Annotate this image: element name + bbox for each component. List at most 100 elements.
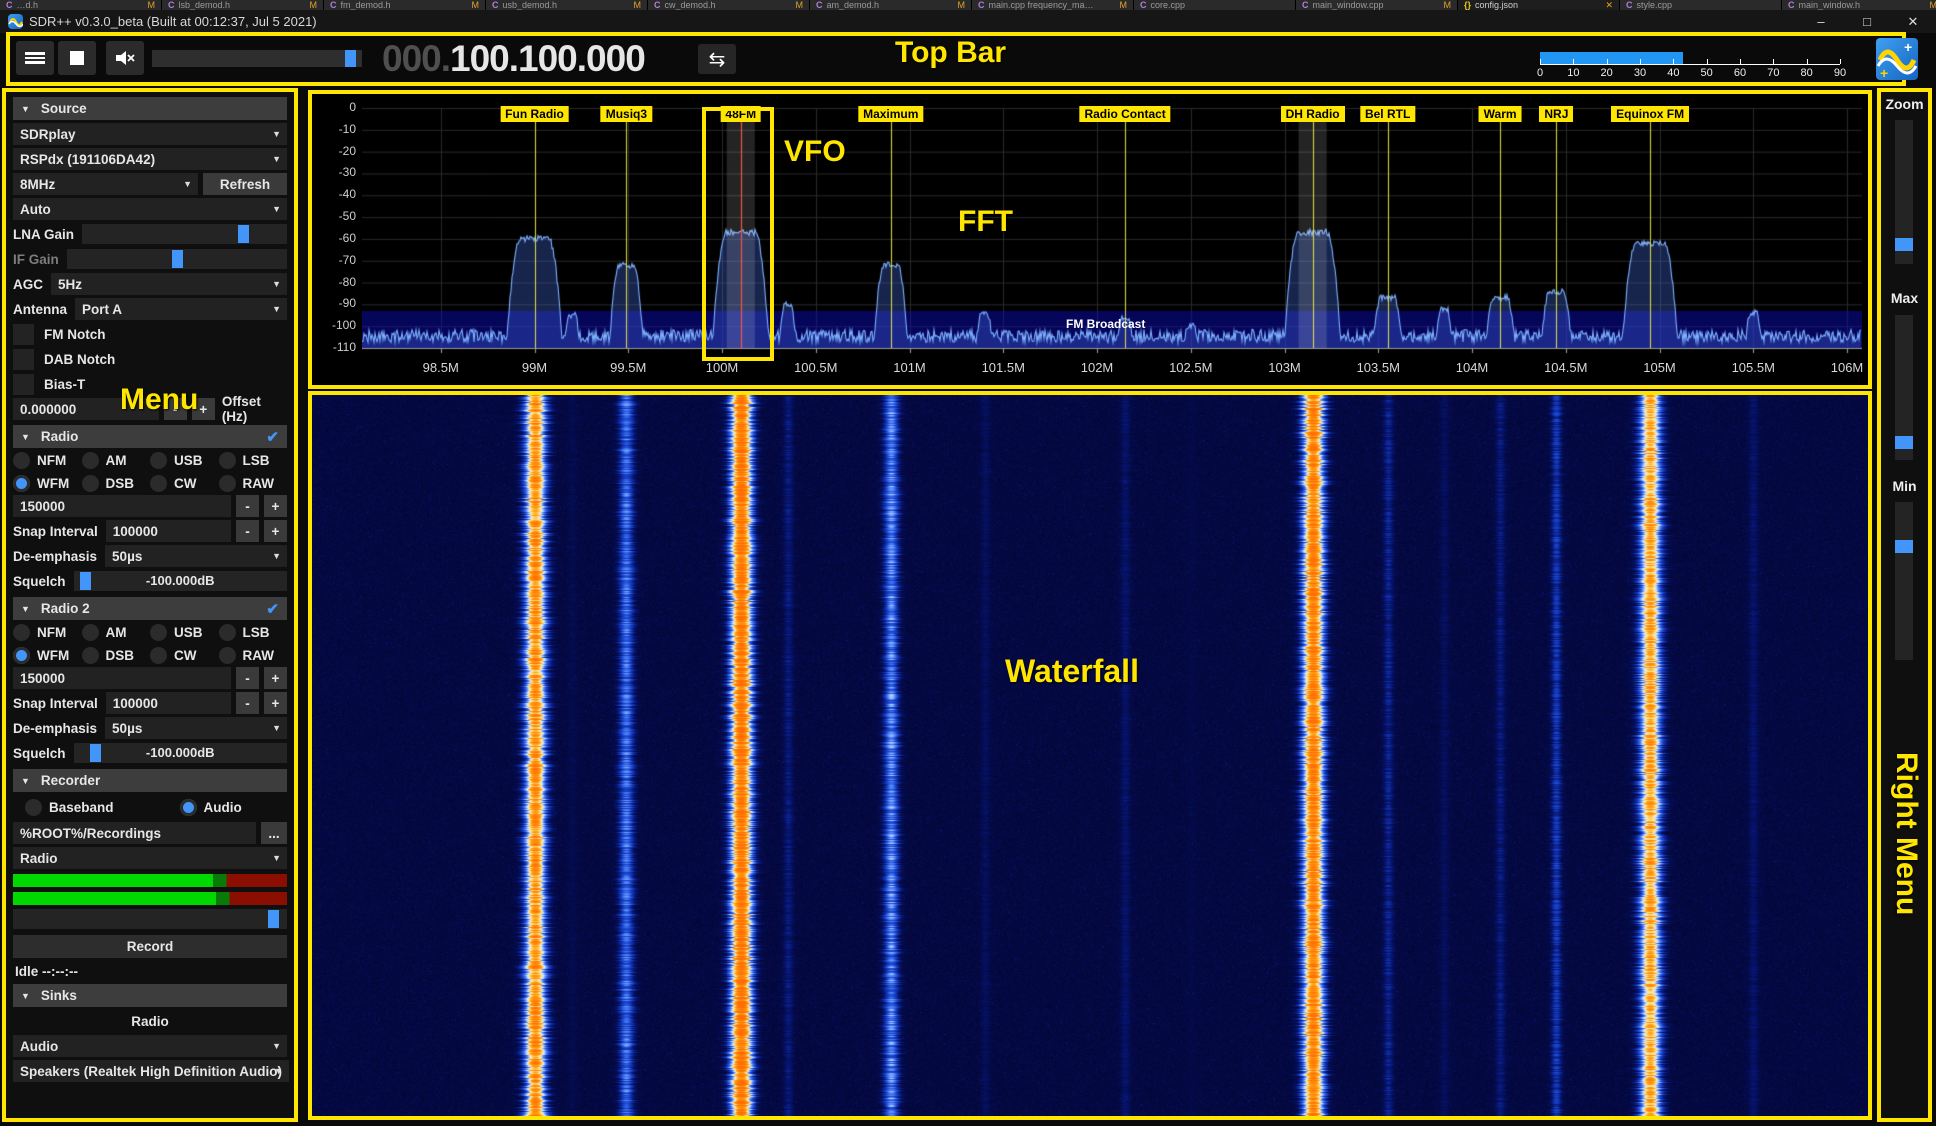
radio2-squelch-slider[interactable]: -100.000dB xyxy=(74,743,287,763)
radio2-deemphasis-select[interactable]: 50µs▼ xyxy=(105,717,287,739)
radio2-bw-minus-button[interactable]: - xyxy=(236,667,259,689)
mode-option-am[interactable]: AM xyxy=(82,452,151,469)
recorder-mode-baseband[interactable]: Baseband xyxy=(25,799,114,816)
editor-tab[interactable]: Cusb_demod.hM xyxy=(486,0,648,10)
editor-tab[interactable]: Cstyle.cpp xyxy=(1620,0,1782,10)
mode-option-wfm[interactable]: WFM xyxy=(13,475,82,492)
menu-toggle-button[interactable] xyxy=(16,41,54,75)
station-label-musiq3[interactable]: Musiq3 xyxy=(601,106,652,122)
radio1-section-header[interactable]: ▼ Radio ✔ xyxy=(13,425,287,448)
gain-mode-select[interactable]: Auto▼ xyxy=(13,198,287,220)
mode-option-wfm[interactable]: WFM xyxy=(13,647,82,664)
lna-gain-slider[interactable] xyxy=(82,224,287,244)
sink-type-select[interactable]: Audio▼ xyxy=(13,1035,287,1057)
volume-slider[interactable] xyxy=(152,50,362,67)
recorder-volume-slider[interactable] xyxy=(13,909,287,929)
station-label-nrj[interactable]: NRJ xyxy=(1539,106,1573,122)
mode-option-raw[interactable]: RAW xyxy=(219,475,288,492)
editor-tab[interactable]: Cmain.cpp frequency_ma…M xyxy=(972,0,1134,10)
editor-tab[interactable]: {}config.json✕ xyxy=(1458,0,1620,10)
minimize-button[interactable]: – xyxy=(1798,10,1844,33)
station-label-fun-radio[interactable]: Fun Radio xyxy=(500,106,569,122)
maximize-button[interactable]: □ xyxy=(1844,10,1890,33)
dab-notch-checkbox[interactable] xyxy=(13,349,34,370)
bias-t-checkbox[interactable] xyxy=(13,374,34,395)
waterfall-canvas[interactable] xyxy=(312,395,1868,1116)
editor-tab[interactable]: Cfm_demod.hM xyxy=(324,0,486,10)
lna-gain-handle[interactable] xyxy=(238,225,249,243)
mode-option-nfm[interactable]: NFM xyxy=(13,452,82,469)
enabled-check-icon[interactable]: ✔ xyxy=(266,600,279,618)
editor-tab[interactable]: Cmain_window.hM xyxy=(1782,0,1936,10)
radio2-snap-plus-button[interactable]: + xyxy=(264,692,287,714)
agc-select[interactable]: 5Hz▼ xyxy=(51,273,287,295)
recorder-stream-select[interactable]: Radio▼ xyxy=(13,847,287,869)
mode-option-usb[interactable]: USB xyxy=(150,452,219,469)
radio1-snap-plus-button[interactable]: + xyxy=(264,520,287,542)
source-device-select[interactable]: SDRplay▼ xyxy=(13,123,287,145)
sink-device-select[interactable]: Speakers (Realtek High Definition Audio)… xyxy=(13,1060,289,1082)
station-label-radio-contact[interactable]: Radio Contact xyxy=(1079,106,1170,122)
stop-button[interactable] xyxy=(58,41,96,75)
radio1-snap-input[interactable]: 100000 xyxy=(106,520,231,542)
frequency-display[interactable]: 000.100.100.000 xyxy=(382,37,645,81)
bandwidth-select[interactable]: 8MHz▼ xyxy=(13,173,198,195)
mode-option-lsb[interactable]: LSB xyxy=(219,624,288,641)
mode-option-dsb[interactable]: DSB xyxy=(82,647,151,664)
max-slider[interactable] xyxy=(1895,315,1913,460)
mode-option-cw[interactable]: CW xyxy=(150,647,219,664)
max-slider-handle[interactable] xyxy=(1895,436,1913,449)
radio2-bandwidth-input[interactable]: 150000 xyxy=(13,667,231,689)
editor-tab[interactable]: Ccore.cpp xyxy=(1134,0,1296,10)
mode-option-nfm[interactable]: NFM xyxy=(13,624,82,641)
editor-tab[interactable]: Clsb_demod.hM xyxy=(162,0,324,10)
recorder-section-header[interactable]: ▼ Recorder xyxy=(13,769,287,792)
source-serial-select[interactable]: RSPdx (191106DA42)▼ xyxy=(13,148,287,170)
volume-slider-handle[interactable] xyxy=(345,50,356,67)
radio1-deemphasis-select[interactable]: 50µs▼ xyxy=(105,545,287,567)
radio2-bw-plus-button[interactable]: + xyxy=(264,667,287,689)
mode-option-lsb[interactable]: LSB xyxy=(219,452,288,469)
radio2-section-header[interactable]: ▼ Radio 2 ✔ xyxy=(13,597,287,620)
radio2-snap-minus-button[interactable]: - xyxy=(236,692,259,714)
source-section-header[interactable]: ▼ Source xyxy=(13,97,287,120)
antenna-select[interactable]: Port A▼ xyxy=(75,298,287,320)
editor-tab[interactable]: Ccw_demod.hM xyxy=(648,0,810,10)
radio1-squelch-slider[interactable]: -100.000dB xyxy=(74,571,287,591)
mode-option-usb[interactable]: USB xyxy=(150,624,219,641)
close-button[interactable]: ✕ xyxy=(1890,10,1936,33)
editor-tab[interactable]: Cmain_window.cppM xyxy=(1296,0,1458,10)
station-label-maximum[interactable]: Maximum xyxy=(858,106,923,122)
station-label-equinox-fm[interactable]: Equinox FM xyxy=(1611,106,1689,122)
radio1-bw-minus-button[interactable]: - xyxy=(236,495,259,517)
radio1-bw-plus-button[interactable]: + xyxy=(264,495,287,517)
min-slider-handle[interactable] xyxy=(1895,540,1913,553)
refresh-button[interactable]: Refresh xyxy=(203,173,287,195)
recorder-mode-audio[interactable]: Audio xyxy=(180,799,242,816)
recorder-volume-handle[interactable] xyxy=(268,910,279,928)
radio1-snap-minus-button[interactable]: - xyxy=(236,520,259,542)
radio1-bandwidth-input[interactable]: 150000 xyxy=(13,495,231,517)
mode-option-am[interactable]: AM xyxy=(82,624,151,641)
if-gain-handle[interactable] xyxy=(172,250,183,268)
recorder-path-input[interactable]: %ROOT%/Recordings xyxy=(13,822,256,844)
mute-button[interactable] xyxy=(106,41,144,75)
browse-button[interactable]: ... xyxy=(261,822,287,844)
mode-option-cw[interactable]: CW xyxy=(150,475,219,492)
mode-option-raw[interactable]: RAW xyxy=(219,647,288,664)
fm-notch-checkbox[interactable] xyxy=(13,324,34,345)
zoom-slider[interactable] xyxy=(1895,120,1913,264)
station-label-48fm[interactable]: 48FM xyxy=(720,106,761,122)
if-gain-slider[interactable] xyxy=(67,249,287,269)
min-slider[interactable] xyxy=(1895,502,1913,660)
zoom-slider-handle[interactable] xyxy=(1895,238,1913,251)
station-label-dh-radio[interactable]: DH Radio xyxy=(1281,106,1345,122)
sinks-section-header[interactable]: ▼ Sinks xyxy=(13,984,287,1007)
radio2-snap-input[interactable]: 100000 xyxy=(106,692,231,714)
record-button[interactable]: Record xyxy=(13,935,287,958)
enabled-check-icon[interactable]: ✔ xyxy=(266,428,279,446)
swap-vfo-button[interactable]: ⇆ xyxy=(698,44,736,74)
station-label-bel-rtl[interactable]: Bel RTL xyxy=(1360,106,1415,122)
editor-tab[interactable]: Cam_demod.hM xyxy=(810,0,972,10)
mode-option-dsb[interactable]: DSB xyxy=(82,475,151,492)
